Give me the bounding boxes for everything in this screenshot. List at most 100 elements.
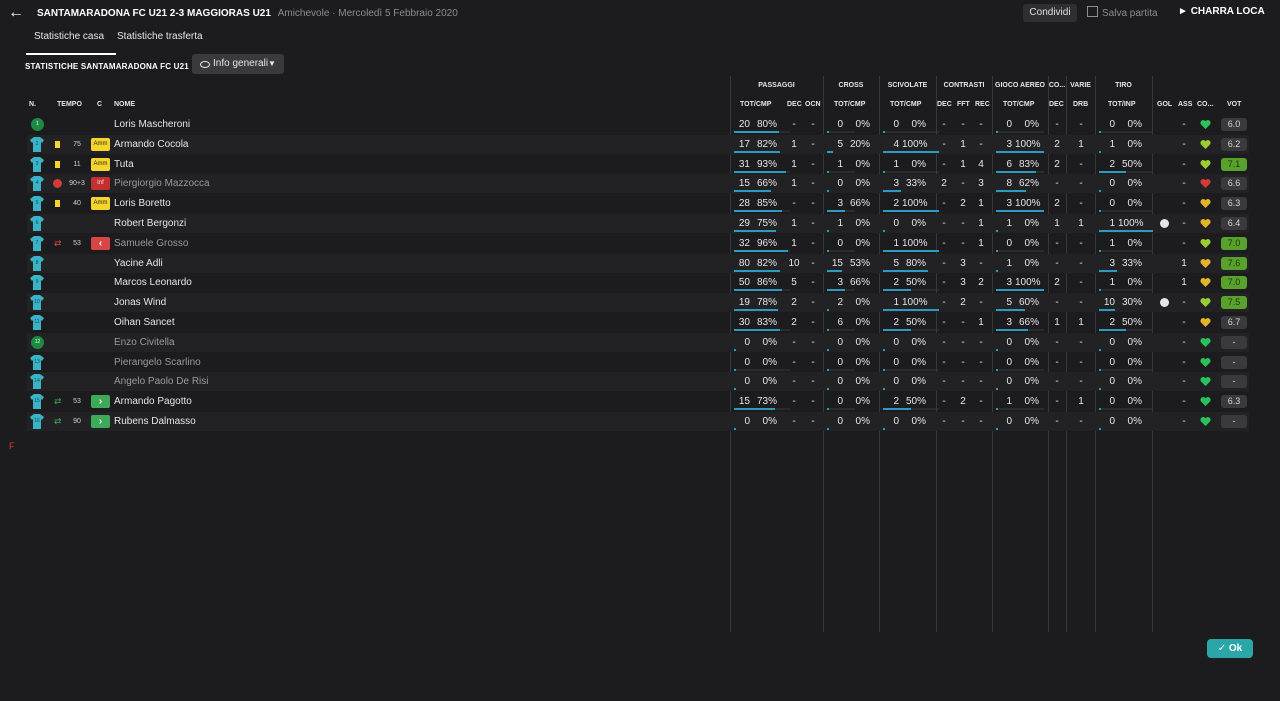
- match-subtitle: Amichevole · Mercoledì 5 Febbraio 2020: [277, 8, 458, 19]
- share-button[interactable]: Condividi: [1023, 4, 1077, 22]
- player-name[interactable]: Jonas Wind: [114, 293, 414, 312]
- col-header-name[interactable]: NOME: [114, 101, 135, 108]
- table-row[interactable]: 7 ⇄ 53 ‹ Samuele Grosso 32 96% 1-0 0% 1 100% - -1 0 0%…: [27, 234, 1249, 253]
- jersey-number: 5: [35, 200, 39, 206]
- col-header-con-dec[interactable]: DEC: [937, 101, 952, 108]
- col-header-goals[interactable]: GOL: [1157, 101, 1172, 108]
- col-header-assists[interactable]: ASS: [1178, 101, 1192, 108]
- chevron-right-icon: ›: [98, 396, 103, 407]
- continue-button[interactable]: ► CHARRA LOCA: [1178, 6, 1265, 17]
- tackles-decisive: -: [942, 396, 946, 407]
- table-row[interactable]: 13 Pierangelo Scarlino 0 0% - - 0 0% 0 0% - - - 0 0% - -…: [27, 353, 1249, 372]
- table-row[interactable]: 4 90+3 Inf Piergiorgio Mazzocca 15 66% 1-0 0% 3 3…: [27, 174, 1249, 193]
- tackles-bar: [883, 388, 885, 390]
- col-header-pass-tot[interactable]: TOT/CMP: [740, 101, 771, 108]
- tab-home-stats[interactable]: Statistiche casa: [26, 31, 116, 55]
- tackles-total: 0: [893, 376, 899, 387]
- tackles-bar: [883, 349, 885, 351]
- assists: -: [1182, 238, 1186, 249]
- chevron-right-icon: ›: [98, 416, 103, 427]
- save-match-button[interactable]: Salva partita: [1087, 6, 1158, 19]
- passes-bar: [734, 369, 736, 371]
- col-header-shot-tot[interactable]: TOT/INP: [1108, 101, 1135, 108]
- player-name[interactable]: Loris Boretto: [114, 194, 414, 213]
- player-name[interactable]: Enzo Civitella: [114, 333, 414, 352]
- tab-away-stats[interactable]: Statistiche trasferta: [117, 31, 203, 53]
- table-row[interactable]: 15 ⇄ 53 › Armando Pagotto 15 73% - -0 0% 2 50% -2-1 0…: [27, 392, 1249, 411]
- player-name[interactable]: Samuele Grosso: [114, 234, 414, 253]
- back-arrow-icon[interactable]: ←: [8, 5, 26, 21]
- assists: -: [1182, 198, 1186, 209]
- player-name[interactable]: Tuta: [114, 155, 414, 174]
- group-header-cross: CROSS: [838, 82, 864, 89]
- player-name[interactable]: Rubens Dalmasso: [114, 412, 414, 431]
- player-name[interactable]: Yacine Adli: [114, 254, 414, 273]
- player-name[interactable]: Marcos Leonardo: [114, 273, 414, 292]
- group-header-scivolate: SCIVOLATE: [887, 82, 928, 89]
- col-header-cross-tot[interactable]: TOT/CMP: [834, 101, 865, 108]
- substituted-off-badge: ‹: [91, 237, 110, 250]
- table-row[interactable]: 2 75 Amm Armando Cocola 17 82% 1-5 20% 4 100% -1-3…: [27, 135, 1249, 154]
- tackles-decisive: -: [942, 376, 946, 387]
- dribbles: -: [1079, 357, 1083, 368]
- col-header-co-dec[interactable]: DEC: [1049, 101, 1064, 108]
- col-header-rating[interactable]: VOT: [1227, 101, 1241, 108]
- col-header-condition[interactable]: CO...: [1197, 101, 1213, 108]
- shots-bar: [1099, 210, 1101, 212]
- tackles-total: 0: [893, 337, 899, 348]
- col-header-drb[interactable]: DRB: [1073, 101, 1088, 108]
- assists: -: [1182, 396, 1186, 407]
- table-row[interactable]: 1 Loris Mascheroni 20 80% - -0 0% 0 0% - - -0 0% - -0 0…: [27, 115, 1249, 134]
- table-row[interactable]: 9 Marcos Leonardo 50 86% 5-3 66% 2 50% -3 2 3 100% 2…: [27, 273, 1249, 292]
- event-minute: 11: [73, 161, 81, 168]
- table-row[interactable]: 14 Angelo Paolo De Risi 0 0% - - 0 0% 0 0% - - - 0 0% -…: [27, 372, 1249, 391]
- col-header-con-rec[interactable]: REC: [975, 101, 990, 108]
- shots-bar: [1099, 408, 1101, 410]
- col-header-con-fft[interactable]: FFT: [957, 101, 970, 108]
- player-name[interactable]: Angelo Paolo De Risi: [114, 372, 414, 391]
- jersey-number: 8: [35, 260, 39, 266]
- table-row[interactable]: 12 Enzo Civitella 0 0% - - 0 0% 0 0% - - - 0 0% - - 0 0% - -: [27, 333, 1249, 352]
- player-name[interactable]: Robert Bergonzi: [114, 214, 414, 233]
- col-header-pass-ocn[interactable]: OCN: [805, 101, 821, 108]
- col-header-tack-tot[interactable]: TOT/CMP: [890, 101, 921, 108]
- col-header-number[interactable]: N.: [29, 101, 36, 108]
- col-header-air-tot[interactable]: TOT/CMP: [1003, 101, 1034, 108]
- key-passes: -: [792, 376, 796, 387]
- headers-bar: [996, 349, 998, 351]
- table-row[interactable]: 3 11 Amm Tuta 31 93% 1-1 0% 1 0% -1 4 6 83% 2-2 50% -7.1: [27, 155, 1249, 174]
- col-header-time[interactable]: TEMPO: [57, 101, 82, 108]
- table-row[interactable]: 16 ⇄ 90 › Rubens Dalmasso 0 0% - - 0 0% 0 0% - - - 0 0% - -…: [27, 412, 1249, 431]
- crosses-bar: [827, 309, 829, 311]
- recoveries: -: [979, 337, 983, 348]
- chances-created: -: [811, 396, 815, 407]
- view-select[interactable]: Info generali ▼: [192, 54, 284, 74]
- recoveries: 1: [978, 238, 984, 249]
- col-header-pass-dec[interactable]: DEC: [787, 101, 802, 108]
- view-select-value: Info generali: [213, 58, 269, 69]
- shots-percent: 0%: [1127, 396, 1142, 407]
- table-row[interactable]: 10 Jonas Wind 19 78% 2-2 0% 1 100% -2-5 60% - -10 30…: [27, 293, 1249, 312]
- assists: -: [1182, 357, 1186, 368]
- player-name[interactable]: Piergiorgio Mazzocca: [114, 174, 414, 193]
- key-passes: -: [792, 357, 796, 368]
- table-row[interactable]: 5 40 Amm Loris Boretto 28 85% - -3 66% 2 100% -2 1 3 1…: [27, 194, 1249, 213]
- co-decisive: 2: [1054, 139, 1060, 150]
- fouls: -: [961, 238, 965, 249]
- crosses-bar: [827, 250, 829, 252]
- table-row[interactable]: 11 Oihan Sancet 30 83% 2-6 0% 2 50% - -1 3 66% 1 1 2 50…: [27, 313, 1249, 332]
- player-name[interactable]: Pierangelo Scarlino: [114, 353, 414, 372]
- tackles-decisive: -: [942, 357, 946, 368]
- table-row[interactable]: 8 Yacine Adli 80 82% 10-15 53% 5 80% -3-1 0% - -3 33…: [27, 254, 1249, 273]
- condition-heart-icon: [1200, 317, 1211, 328]
- player-name[interactable]: Oihan Sancet: [114, 313, 414, 332]
- player-name[interactable]: Armando Cocola: [114, 135, 414, 154]
- dribbles: -: [1079, 376, 1083, 387]
- ok-button[interactable]: ✓ Ok: [1207, 639, 1253, 658]
- col-header-c[interactable]: C: [97, 101, 102, 108]
- headers-percent: 0%: [1024, 337, 1039, 348]
- table-row[interactable]: 6 Robert Bergonzi 29 75% 1-1 0% 0 0% - -1 1 0% 1 1 1 10…: [27, 214, 1249, 233]
- player-name[interactable]: Loris Mascheroni: [114, 115, 414, 134]
- player-name[interactable]: Armando Pagotto: [114, 392, 414, 411]
- sub-off-icon: ⇄: [54, 238, 62, 248]
